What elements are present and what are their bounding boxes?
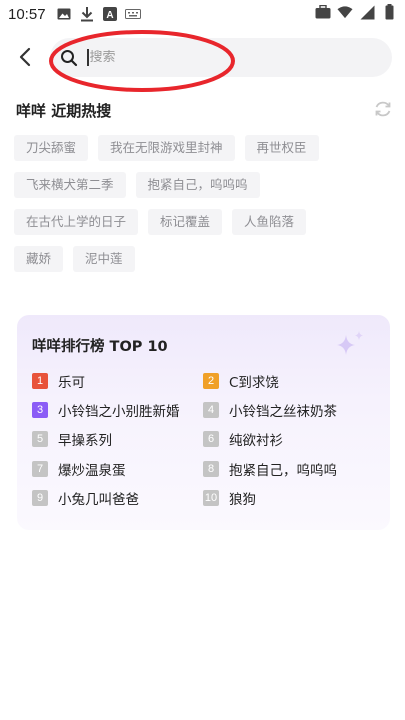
tag-row: 藏娇 泥中莲 <box>14 246 394 272</box>
ranking-item[interactable]: 7 爆炒温泉蛋 <box>32 459 126 479</box>
search-icon <box>60 49 78 67</box>
hot-tag[interactable]: 飞来横犬第二季 <box>14 172 126 198</box>
battery-icon <box>381 4 397 20</box>
svg-text:A: A <box>106 10 113 21</box>
refresh-icon[interactable] <box>373 99 393 119</box>
ranking-item[interactable]: 5 早操系列 <box>32 429 112 449</box>
rank-badge: 10 <box>203 490 219 506</box>
rank-label: 小铃铛之小别胜新婚 <box>58 404 180 420</box>
ranking-item[interactable]: 10 狼狗 <box>203 488 256 508</box>
hot-tag[interactable]: 刀尖舔蜜 <box>14 135 89 161</box>
download-icon <box>79 6 95 22</box>
rank-label: 纯欲衬衫 <box>229 433 283 449</box>
rank-label: 小兔几叫爸爸 <box>58 492 139 508</box>
tag-row: 在古代上学的日子 标记覆盖 人鱼陷落 <box>14 209 394 235</box>
ranking-item[interactable]: 8 抱紧自己，呜呜呜 <box>203 459 337 479</box>
rank-badge: 8 <box>203 461 219 477</box>
rank-badge: 5 <box>32 431 48 447</box>
hot-tag[interactable]: 在古代上学的日子 <box>14 209 139 235</box>
image-icon <box>56 6 72 22</box>
keyboard-icon <box>124 6 141 22</box>
search-bar-row <box>0 38 405 78</box>
hot-tag[interactable]: 藏娇 <box>14 246 64 272</box>
notification-icons: A <box>56 6 141 22</box>
hot-search-header: 咩咩 近期热搜 <box>16 96 393 124</box>
rank-badge: 2 <box>203 373 219 389</box>
rank-label: 小铃铛之丝袜奶茶 <box>229 404 337 420</box>
rank-label: 抱紧自己，呜呜呜 <box>229 463 337 479</box>
search-input[interactable] <box>89 50 290 65</box>
hot-search-tags: 刀尖舔蜜 我在无限游戏里封神 再世权臣 飞来横犬第二季 抱紧自己，呜呜呜 在古代… <box>14 135 394 283</box>
rank-badge: 1 <box>32 373 48 389</box>
tag-row: 飞来横犬第二季 抱紧自己，呜呜呜 <box>14 172 394 198</box>
status-time: 10:57 <box>8 5 46 23</box>
hot-tag[interactable]: 我在无限游戏里封神 <box>98 135 235 161</box>
ranking-card: 咩咩排行榜 TOP 10 1 乐可 2 C到求饶 3 小铃铛之小别胜新婚 4 小… <box>17 315 390 530</box>
system-icons <box>315 4 397 20</box>
briefcase-icon <box>315 4 331 20</box>
rank-label: 爆炒温泉蛋 <box>58 463 126 479</box>
status-bar: 10:57 A <box>0 0 405 28</box>
hot-tag[interactable]: 抱紧自己，呜呜呜 <box>135 172 260 198</box>
text-cursor <box>87 49 89 66</box>
ranking-title: 咩咩排行榜 TOP 10 <box>32 339 168 355</box>
sparkle-icon <box>337 331 363 355</box>
ranking-item[interactable]: 2 C到求饶 <box>203 371 279 391</box>
rank-label: 乐可 <box>58 375 85 391</box>
rank-label: C到求饶 <box>229 375 279 391</box>
rank-badge: 4 <box>203 402 219 418</box>
signal-icon <box>359 4 375 20</box>
rank-badge: 3 <box>32 402 48 418</box>
back-arrow-icon <box>19 47 31 67</box>
tag-row: 刀尖舔蜜 我在无限游戏里封神 再世权臣 <box>14 135 394 161</box>
rank-badge: 7 <box>32 461 48 477</box>
wifi-icon <box>337 4 353 20</box>
ranking-item[interactable]: 1 乐可 <box>32 371 85 391</box>
back-button[interactable] <box>10 42 40 72</box>
hot-tag[interactable]: 人鱼陷落 <box>232 209 307 235</box>
hot-tag[interactable]: 再世权臣 <box>244 135 319 161</box>
rank-label: 早操系列 <box>58 433 112 449</box>
hot-tag[interactable]: 泥中莲 <box>73 246 135 272</box>
font-icon: A <box>102 6 118 22</box>
ranking-item[interactable]: 3 小铃铛之小别胜新婚 <box>32 400 180 420</box>
hot-tag[interactable]: 标记覆盖 <box>148 209 223 235</box>
search-box[interactable] <box>50 38 392 77</box>
rank-label: 狼狗 <box>229 492 256 508</box>
ranking-item[interactable]: 6 纯欲衬衫 <box>203 429 283 449</box>
rank-badge: 6 <box>203 431 219 447</box>
hot-search-title: 咩咩 近期热搜 <box>16 101 112 120</box>
rank-badge: 9 <box>32 490 48 506</box>
ranking-item[interactable]: 4 小铃铛之丝袜奶茶 <box>203 400 337 420</box>
ranking-item[interactable]: 9 小兔几叫爸爸 <box>32 488 139 508</box>
